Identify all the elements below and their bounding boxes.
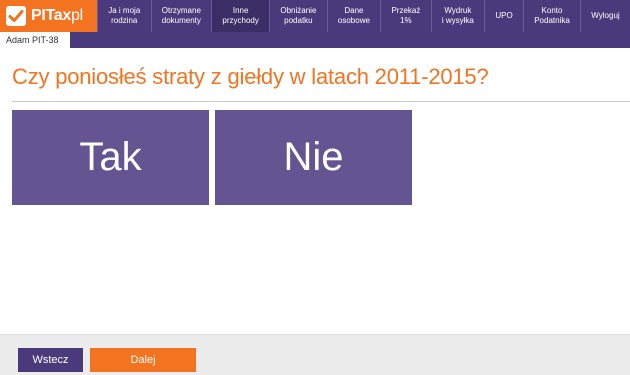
nav-item-konto-podatnika[interactable]: Konto Podatnika [522, 0, 580, 32]
footer-bar: Wstecz Dalej [0, 334, 630, 375]
logo[interactable]: PITaxpl [0, 0, 97, 32]
nav-item-obnizanie-podatku[interactable]: Obniżanie podatku [269, 0, 327, 32]
top-navigation-bar: PITaxpl Ja i moja rodzina Otrzymane doku… [0, 0, 630, 32]
logo-text: PITaxpl [31, 7, 83, 24]
sub-header: Adam PIT-38 [0, 32, 630, 48]
divider [12, 101, 630, 102]
document-tab[interactable]: Adam PIT-38 [0, 32, 70, 48]
back-button[interactable]: Wstecz [18, 348, 83, 372]
nav-item-wyloguj[interactable]: Wyloguj [580, 0, 630, 32]
nav-item-otrzymane-dokumenty[interactable]: Otrzymane dokumenty [150, 0, 212, 32]
question-title: Czy poniosłeś straty z giełdy w latach 2… [12, 64, 489, 89]
nav-item-ja-i-moja-rodzina[interactable]: Ja i moja rodzina [97, 0, 151, 32]
next-button[interactable]: Dalej [90, 348, 196, 372]
nav-item-dane-osobowe[interactable]: Dane osobowe [326, 0, 381, 32]
main-nav: Ja i moja rodzina Otrzymane dokumenty In… [97, 0, 630, 32]
nav-item-upo[interactable]: UPO [484, 0, 523, 32]
answer-yes-button[interactable]: Tak [12, 110, 209, 205]
answer-no-button[interactable]: Nie [215, 110, 412, 205]
checkmark-icon [6, 6, 26, 26]
nav-item-przekaz-1-procent[interactable]: Przekaż 1% [380, 0, 430, 32]
nav-item-inne-przychody[interactable]: Inne przychody [211, 0, 270, 32]
nav-item-wydruk-i-wysylka[interactable]: Wydruk i wysyłka [430, 0, 485, 32]
